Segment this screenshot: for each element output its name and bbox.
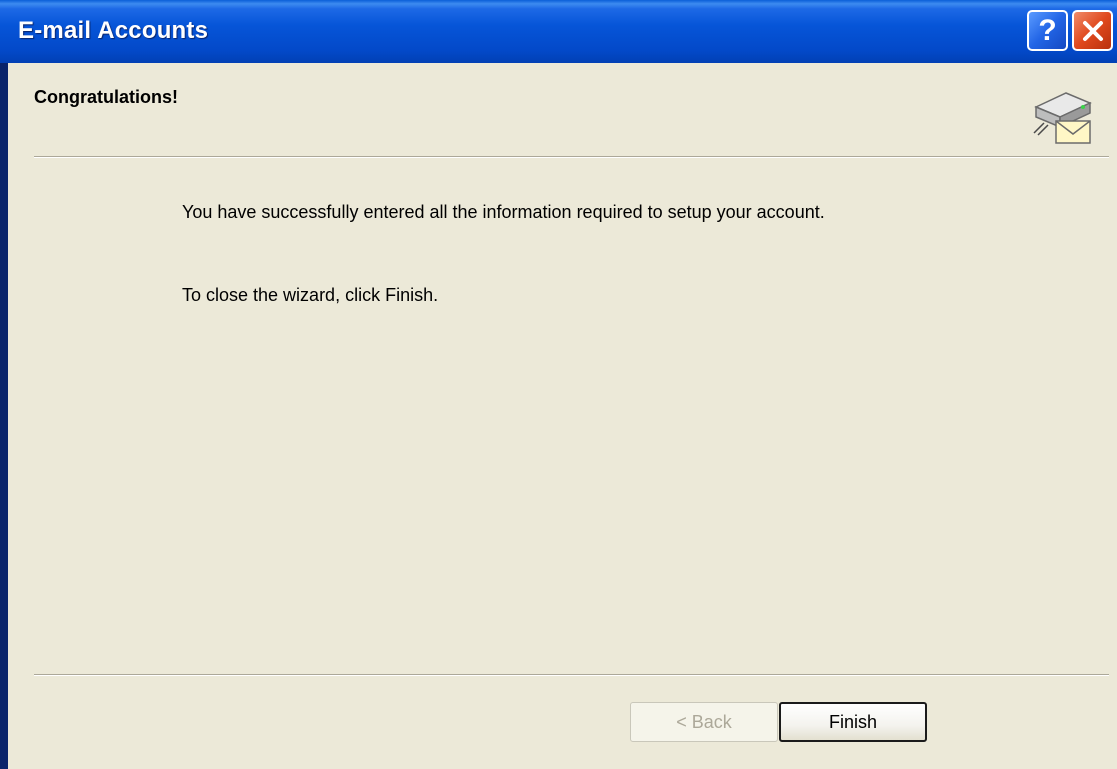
footer-divider [34,674,1109,676]
help-icon: ? [1038,13,1057,47]
back-button[interactable]: < Back [630,702,778,742]
window-title: E-mail Accounts [18,17,209,44]
mail-server-icon [1033,92,1092,144]
instruction-message: To close the wizard, click Finish. [182,285,439,305]
page-title: Congratulations! [34,87,178,107]
title-bar[interactable]: E-mail Accounts ? [0,0,1117,63]
close-icon [1082,20,1103,41]
finish-button[interactable]: Finish [779,702,927,742]
header-divider [34,156,1109,158]
email-accounts-window: E-mail Accounts ? Congratulations! You h… [0,0,1117,769]
wizard-header: Congratulations! [8,63,1117,157]
success-message: You have successfully entered all the in… [182,202,825,222]
help-button[interactable]: ? [1027,10,1068,51]
close-button[interactable] [1072,10,1113,51]
wizard-client-area: Congratulations! You have successfully e… [8,63,1117,769]
